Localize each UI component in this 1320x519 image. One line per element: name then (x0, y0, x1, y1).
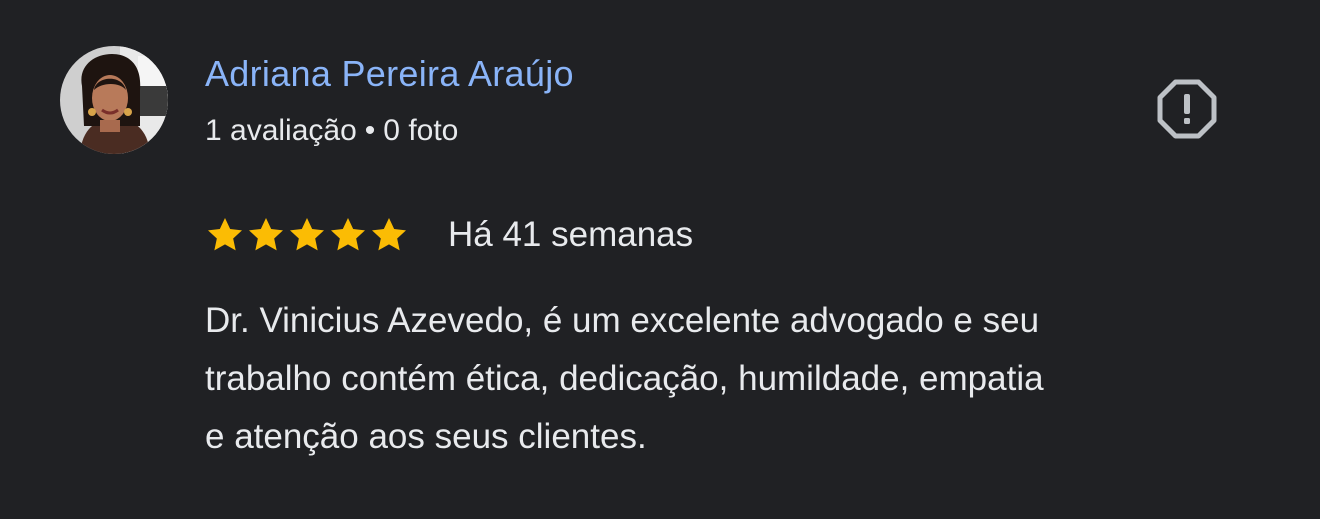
author-stats: 1 avaliação • 0 foto (205, 114, 458, 148)
meta-separator: • (364, 114, 376, 147)
photo-count: 0 foto (383, 114, 459, 147)
report-review-button[interactable] (1156, 78, 1218, 140)
avatar-image (60, 46, 168, 154)
review-text-line: Dr. Vinicius Azevedo, é um excelente adv… (205, 301, 1040, 340)
review-card: Adriana Pereira Araújo 1 avaliação • 0 fot… (0, 0, 1320, 519)
rating-row: Há 41 semanas (205, 210, 693, 260)
star-icon (208, 218, 242, 251)
star-rating (205, 215, 410, 255)
avatar[interactable] (60, 46, 168, 154)
review-date: Há 41 semanas (448, 215, 694, 254)
review-text-line: e atenção aos seus clientes. (205, 417, 647, 456)
report-flag-icon (1157, 79, 1217, 139)
author-name[interactable]: Adriana Pereira Araújo (205, 53, 574, 95)
review-text: Dr. Vinicius Azevedo, é um excelente adv… (205, 292, 1265, 466)
star-icon (331, 218, 365, 251)
review-count: 1 avaliação (205, 114, 357, 147)
star-icon (290, 218, 324, 251)
review-text-line: trabalho contém ética, dedicação, humild… (205, 359, 1044, 398)
star-icon (249, 218, 283, 251)
star-icon (372, 218, 406, 251)
